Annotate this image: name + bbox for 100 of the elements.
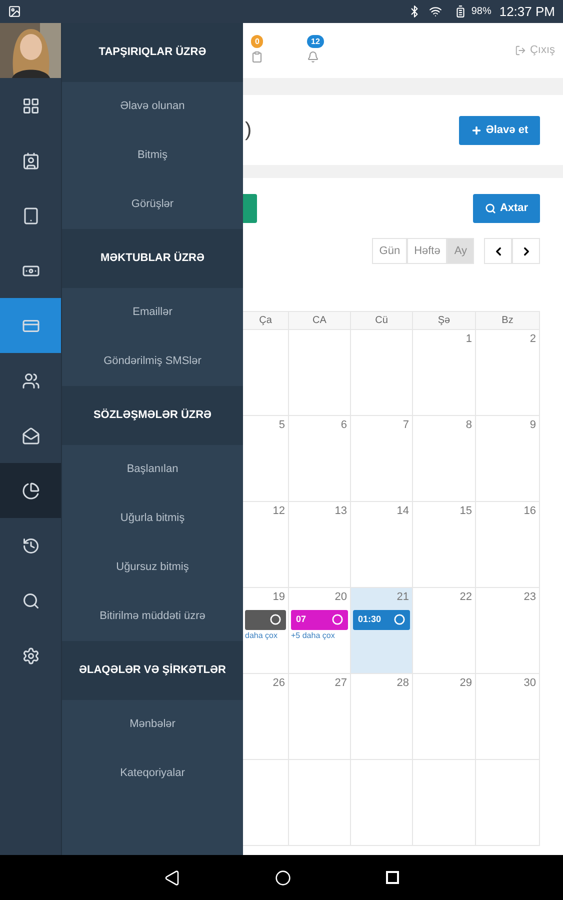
recents-icon[interactable]	[386, 871, 399, 884]
menu-item[interactable]: Kateqoriyalar	[62, 749, 243, 798]
gallery-icon	[8, 5, 21, 18]
battery-icon	[454, 5, 468, 18]
day-cell[interactable]: 7	[351, 416, 413, 502]
bell-icon[interactable]	[307, 50, 319, 62]
day-cell[interactable]: 2	[476, 330, 540, 416]
day-cell[interactable]: 20 07 +5 daha çox	[289, 588, 351, 674]
clipboard-icon[interactable]	[251, 50, 263, 62]
next-button[interactable]	[512, 238, 540, 264]
menu-header: MƏKTUBLAR ÜZRƏ	[62, 229, 243, 288]
day-cell[interactable]	[413, 760, 476, 846]
menu-item[interactable]: Uğursuz bitmiş	[62, 543, 243, 592]
day-cell[interactable]: 6	[289, 416, 351, 502]
rail-item[interactable]	[0, 463, 61, 518]
day-number: 14	[396, 504, 410, 519]
day-cell[interactable]: 21 01:30	[351, 588, 413, 674]
battery-level: 98%	[471, 5, 492, 19]
tablet-icon	[22, 206, 40, 224]
weekday-header: Şə	[413, 312, 476, 330]
view-tab[interactable]: Həftə	[407, 238, 448, 264]
home-icon[interactable]	[275, 870, 291, 886]
day-cell[interactable]: 9	[476, 416, 540, 502]
calendar-event[interactable]: 07	[291, 610, 348, 630]
event-time: 01:30	[358, 612, 382, 626]
grid-icon	[22, 96, 40, 114]
mail-icon	[22, 426, 40, 444]
add-button[interactable]: Əlavə et	[459, 116, 540, 144]
day-cell[interactable]: 8	[413, 416, 476, 502]
contact-icon	[22, 152, 40, 170]
logout-icon	[514, 45, 526, 56]
day-cell[interactable]: 26	[243, 674, 289, 760]
view-tab[interactable]: Gün	[372, 238, 408, 264]
calendar-event[interactable]: 01:30	[353, 610, 410, 630]
day-number: 30	[524, 676, 537, 691]
day-cell[interactable]	[476, 760, 540, 846]
day-cell[interactable]: 29	[413, 674, 476, 760]
menu-item[interactable]: Əlavə olunan	[62, 82, 243, 131]
day-cell[interactable]	[243, 760, 289, 846]
day-cell[interactable]: 30	[476, 674, 540, 760]
day-number: 27	[334, 676, 348, 691]
count-badge: 12	[307, 34, 324, 48]
day-number: 2	[530, 332, 537, 347]
more-link[interactable]: +5 daha çox	[289, 630, 350, 642]
view-tab[interactable]: Ay	[447, 238, 474, 264]
gears-icon	[22, 646, 40, 664]
day-cell[interactable]: 27	[289, 674, 351, 760]
day-cell[interactable]: 23	[476, 588, 540, 674]
day-cell[interactable]: 22	[413, 588, 476, 674]
back-icon[interactable]	[164, 870, 180, 886]
logout-link[interactable]: Çıxış	[514, 42, 555, 59]
day-number: 15	[460, 504, 473, 519]
weekday-header: Bz	[476, 312, 540, 330]
menu-header: ƏLAQƏLƏR VƏ ŞİRKƏTLƏR	[62, 641, 243, 700]
day-cell[interactable]: 5	[243, 416, 289, 502]
menu-item[interactable]: Mənbələr	[62, 700, 243, 749]
menu-item[interactable]: Uğurla bitmiş	[62, 494, 243, 543]
weekday-header: Ça	[243, 312, 289, 330]
day-cell[interactable]	[351, 330, 413, 416]
count-badge: 0	[251, 34, 264, 48]
day-number: 1	[466, 332, 473, 347]
event-time: 07	[296, 612, 306, 626]
day-cell[interactable]	[351, 760, 413, 846]
search-icon	[484, 203, 496, 214]
day-number: 20	[334, 590, 348, 605]
day-cell[interactable]: 28	[351, 674, 413, 760]
search-button[interactable]: Axtar	[473, 194, 540, 223]
calendar-event[interactable]	[245, 610, 286, 630]
circle-icon	[332, 614, 343, 625]
menu-header: TAPŞIRIQLAR ÜZRƏ	[62, 23, 243, 82]
history-icon	[22, 536, 40, 554]
search-icon	[22, 592, 40, 610]
day-cell[interactable]: 16	[476, 502, 540, 588]
day-cell[interactable]	[289, 760, 351, 846]
previous-button[interactable]	[484, 238, 512, 264]
day-cell[interactable]	[243, 330, 289, 416]
day-cell[interactable]: 19 daha çox	[243, 588, 289, 674]
menu-item[interactable]: Başlanılan	[62, 445, 243, 494]
day-cell[interactable]: 13	[289, 502, 351, 588]
menu-item[interactable]: Emaillər	[62, 288, 243, 337]
plus-icon	[470, 124, 482, 136]
day-cell[interactable]	[289, 330, 351, 416]
menu-item[interactable]: Görüşlər	[62, 180, 243, 229]
day-number: 9	[530, 418, 537, 433]
day-number: 7	[402, 418, 410, 433]
day-number: 19	[272, 590, 286, 605]
weekday-header: CA	[289, 312, 351, 330]
day-number: 5	[278, 418, 286, 433]
menu-item[interactable]: Bitirilmə müddəti üzrə	[62, 592, 243, 641]
menu-item[interactable]: Göndərilmiş SMSlər	[62, 337, 243, 386]
day-number: 13	[334, 504, 348, 519]
day-cell[interactable]: 12	[243, 502, 289, 588]
day-number: 23	[524, 590, 537, 605]
avatar[interactable]	[0, 23, 61, 78]
more-link[interactable]: daha çox	[243, 630, 288, 642]
menu-item[interactable]: Bitmiş	[62, 131, 243, 180]
day-cell[interactable]: 15	[413, 502, 476, 588]
day-cell[interactable]: 1	[413, 330, 476, 416]
day-number: 6	[340, 418, 348, 433]
day-number: 12	[272, 504, 286, 519]
